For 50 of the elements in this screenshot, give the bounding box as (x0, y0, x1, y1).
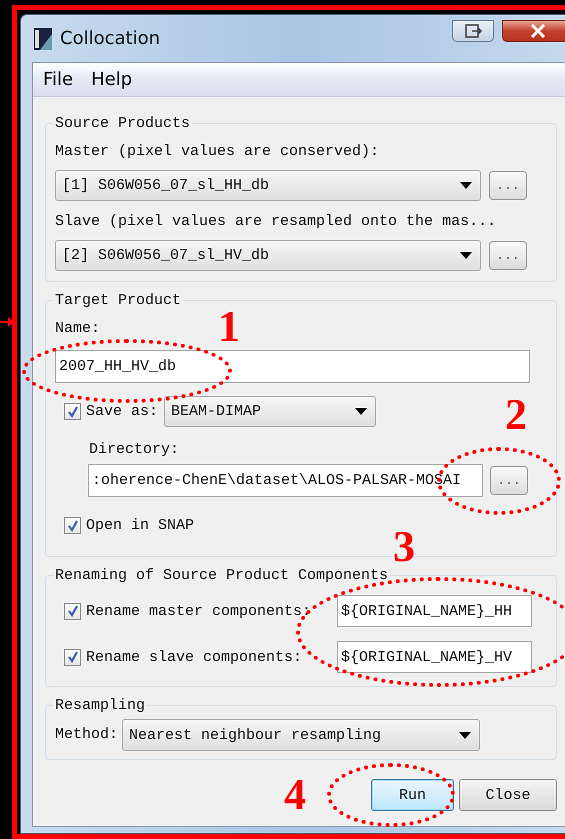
field-label: Method: (55, 725, 118, 745)
checkbox-label: Save as: (86, 403, 158, 420)
annotation-number: 4 (284, 776, 306, 814)
annotation-number: 2 (505, 396, 527, 434)
window-title: Collocation (60, 28, 160, 49)
browse-button[interactable]: ... (489, 171, 527, 200)
field-label: Master (pixel values are conserved): (55, 142, 380, 162)
caret-icon (460, 252, 472, 259)
field-label: Slave (pixel values are resampled onto the mas... (55, 212, 496, 232)
field-label: Name: (55, 319, 100, 339)
app-logo-icon (34, 28, 52, 50)
checkbox-label: Rename slave components: (86, 648, 304, 666)
close-button[interactable] (502, 20, 565, 42)
close-icon (530, 24, 546, 38)
checkbox[interactable] (64, 517, 81, 534)
check-mark-icon (66, 651, 78, 663)
checkbox-label: Rename master components: (86, 602, 312, 620)
dropdown[interactable]: [2] S06W056_07_sl_HV_db (55, 240, 481, 271)
input-field[interactable]: 2007_HH_HV_db (55, 350, 530, 383)
checkbox[interactable] (64, 602, 81, 620)
browse-button[interactable]: ... (489, 241, 527, 270)
input-field[interactable]: ${ORIGINAL_NAME}_HH (337, 595, 532, 627)
input-field[interactable]: :oherence-ChenE\dataset\ALOS-PALSAR-MOSAI (88, 464, 483, 497)
caret-icon (460, 182, 472, 189)
check-mark-icon (66, 520, 78, 532)
checkbox[interactable] (64, 403, 81, 420)
check-mark-icon (66, 406, 78, 418)
annotation-number: 1 (218, 308, 240, 346)
checkbox-label: Open in SNAP (86, 517, 194, 534)
dialog-button[interactable]: Run (371, 779, 454, 811)
input-field[interactable]: ${ORIGINAL_NAME}_HV (337, 641, 532, 673)
check-mark-icon (66, 605, 78, 617)
caret-icon (355, 408, 368, 415)
group-title: Renaming of Source Product Components (54, 567, 390, 584)
group-title: Target Product (54, 292, 182, 309)
caret-icon (459, 732, 472, 738)
group-title: Resampling (54, 697, 146, 714)
annotation-number: 3 (393, 528, 415, 566)
restore-button[interactable] (452, 20, 494, 42)
dialog-button[interactable]: Close (459, 779, 557, 811)
window-icon (464, 22, 482, 38)
menu-item[interactable]: Help (81, 69, 140, 90)
group-title: Source Products (54, 115, 192, 132)
dropdown[interactable]: Nearest neighbour resampling (122, 719, 480, 751)
checkbox[interactable] (64, 648, 81, 666)
browse-button[interactable]: ... (490, 466, 528, 495)
menu-item[interactable]: File (33, 69, 82, 90)
field-label: Directory: (89, 440, 180, 460)
dropdown[interactable]: BEAM-DIMAP (164, 396, 376, 427)
dropdown[interactable]: [1] S06W056_07_sl_HH_db (55, 170, 481, 201)
